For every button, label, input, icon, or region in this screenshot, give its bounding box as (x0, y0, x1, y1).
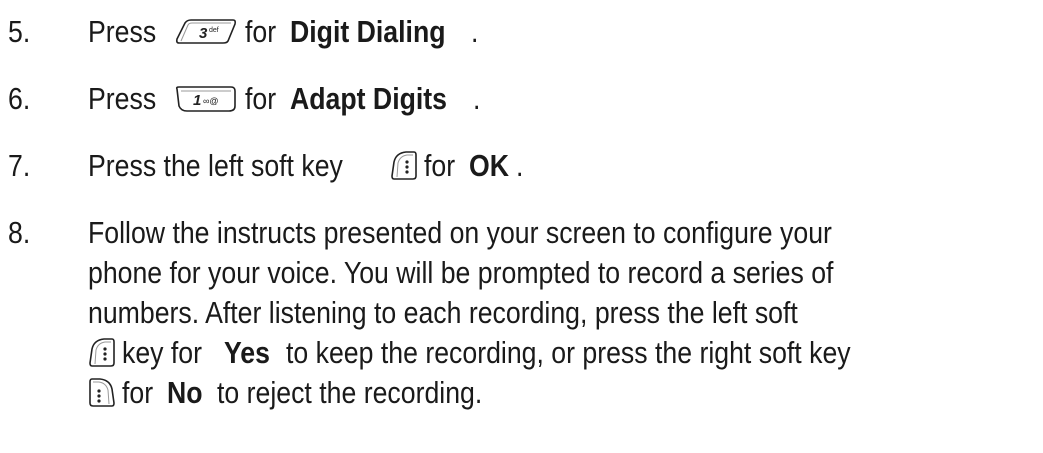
step-middle: for (424, 148, 456, 183)
step-text-part: for (122, 375, 154, 410)
step-number: 8. (8, 215, 31, 250)
step-number: 7. (8, 148, 31, 183)
step-number: 6. (8, 81, 31, 116)
svg-text:3: 3 (199, 25, 208, 42)
step-prefix: Press the left soft key (88, 148, 343, 183)
step-text: Press 3 def for Digit Dialing. (88, 12, 480, 52)
svg-text:1: 1 (193, 92, 201, 109)
key-1-voicemail-icon: 1 ∞@ (173, 84, 239, 114)
step-prefix: Press (88, 14, 157, 49)
step-line: phone for your voice. You will be prompt… (88, 255, 834, 290)
right-soft-key-icon (88, 377, 116, 409)
step-text-part: key for (122, 335, 203, 370)
step-middle: for (245, 14, 277, 49)
step-option: OK (469, 148, 510, 183)
svg-text:def: def (209, 27, 219, 34)
svg-text:∞@: ∞@ (203, 96, 219, 106)
step-option: No (166, 375, 203, 410)
step-line: numbers. After listening to each recordi… (88, 295, 798, 330)
step-option: Digit Dialing (290, 14, 446, 49)
key-3def-icon: 3 def (173, 17, 239, 47)
step-text: Press 1 ∞@ for Adapt Digits. (88, 79, 481, 119)
step-middle: for (245, 81, 277, 116)
step-text-part: to reject the recording. (216, 375, 483, 410)
step-number: 5. (8, 14, 31, 49)
step-text: Press the left soft key for OK. (88, 146, 524, 186)
step-prefix: Press (88, 81, 157, 116)
left-soft-key-icon (390, 150, 418, 182)
step-line: Follow the instructs presented on your s… (88, 215, 832, 250)
step-option: Adapt Digits (290, 81, 448, 116)
step-text: Follow the instructs presented on your s… (88, 213, 955, 413)
step-option: Yes (223, 335, 270, 370)
step-text-part: to keep the recording, or press the righ… (285, 335, 851, 370)
left-soft-key-icon (88, 337, 116, 369)
